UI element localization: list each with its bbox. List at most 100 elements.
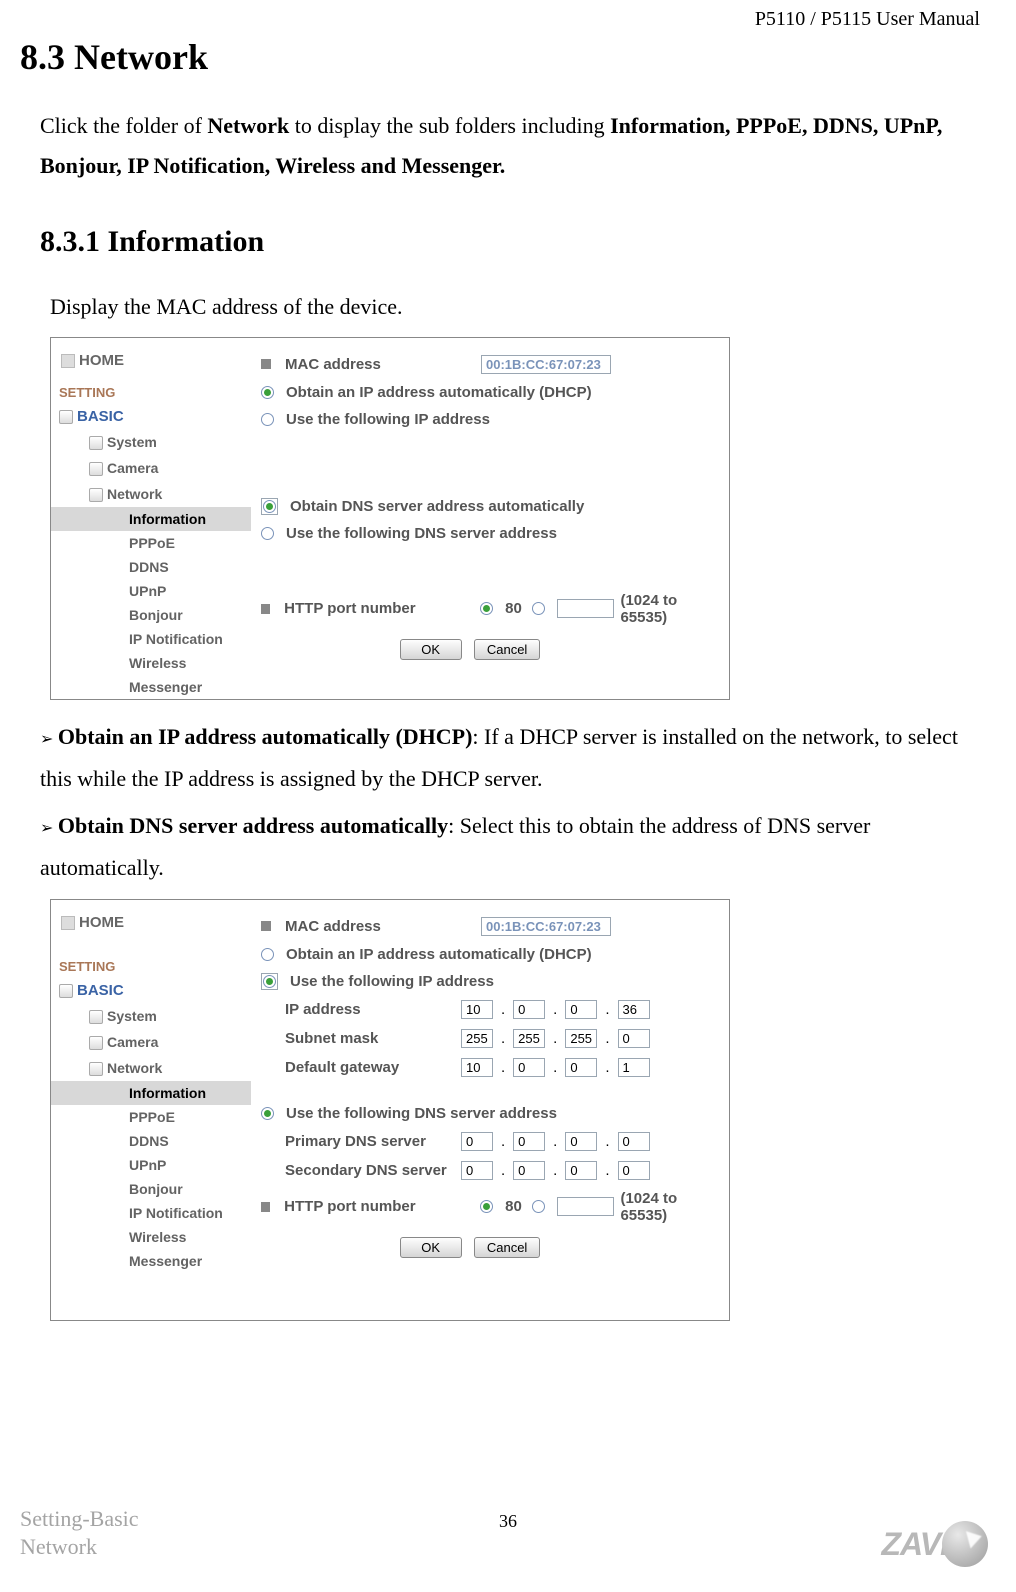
form-area: MAC address 00:1B:CC:67:07:23 Obtain an … — [261, 350, 719, 660]
mask-oct-3[interactable]: 255 — [565, 1029, 597, 1048]
subsection-number: 8.3.1 — [40, 225, 100, 258]
label-dns-auto: Obtain DNS server address automatically — [290, 498, 584, 515]
mac-label: MAC address — [285, 356, 475, 373]
intro-mid: to display the sub folders including — [289, 113, 610, 138]
sdns-oct-2[interactable]: 0 — [513, 1161, 545, 1180]
radio-dns-static[interactable] — [261, 1107, 274, 1120]
label-dns-static: Use the following DNS server address — [286, 1105, 557, 1122]
sidebar-sub-ipnotification[interactable]: IP Notification — [51, 627, 251, 651]
gw-oct-1[interactable]: 10 — [461, 1058, 493, 1077]
sidebar: HOME SETTING BASIC System Camera Network… — [51, 900, 251, 1273]
screenshot-panel-2: HOME SETTING BASIC System Camera Network… — [50, 899, 730, 1321]
sidebar-item-network[interactable]: Network — [51, 481, 251, 507]
sidebar-sub-bonjour[interactable]: Bonjour — [51, 603, 251, 627]
ip-oct-3[interactable]: 0 — [565, 1000, 597, 1019]
port-custom-input[interactable] — [557, 1197, 615, 1216]
label-ip-auto: Obtain an IP address automatically (DHCP… — [286, 946, 592, 963]
mac-value: 00:1B:CC:67:07:23 — [481, 355, 611, 374]
gateway-label: Default gateway — [285, 1059, 455, 1076]
sidebar-item-system[interactable]: System — [51, 1003, 251, 1029]
cancel-button[interactable]: Cancel — [474, 639, 540, 660]
sidebar-sub-messenger[interactable]: Messenger — [51, 1249, 251, 1273]
section-title: Network — [74, 37, 208, 77]
intro-paragraph: Click the folder of Network to display t… — [40, 106, 980, 185]
radio-port-custom[interactable] — [532, 602, 545, 615]
ip-address-label: IP address — [285, 1001, 455, 1018]
sidebar-basic[interactable]: BASIC — [51, 978, 251, 1003]
para-obtain-ip: ➢ Obtain an IP address automatically (DH… — [40, 716, 980, 800]
brand-logo-text: ZAVI — [881, 1526, 948, 1563]
ip-oct-2[interactable]: 0 — [513, 1000, 545, 1019]
square-bullet-icon — [261, 1202, 270, 1212]
radio-dns-auto-box — [261, 498, 278, 515]
sidebar: HOME SETTING BASIC System Camera Network… — [51, 338, 251, 699]
sidebar-sub-wireless[interactable]: Wireless — [51, 1225, 251, 1249]
pdns-oct-2[interactable]: 0 — [513, 1132, 545, 1151]
subnet-mask-label: Subnet mask — [285, 1030, 455, 1047]
mask-oct-4[interactable]: 0 — [618, 1029, 650, 1048]
sidebar-basic[interactable]: BASIC — [51, 404, 251, 429]
sidebar-sub-pppoe[interactable]: PPPoE — [51, 531, 251, 555]
sidebar-home[interactable]: HOME — [51, 908, 251, 941]
square-bullet-icon — [261, 359, 271, 369]
cancel-button[interactable]: Cancel — [474, 1237, 540, 1258]
sdns-oct-1[interactable]: 0 — [461, 1161, 493, 1180]
ip-oct-4[interactable]: 36 — [618, 1000, 650, 1019]
sidebar-sub-ipnotification[interactable]: IP Notification — [51, 1201, 251, 1225]
pdns-oct-4[interactable]: 0 — [618, 1132, 650, 1151]
radio-port-custom[interactable] — [532, 1200, 545, 1213]
gw-oct-2[interactable]: 0 — [513, 1058, 545, 1077]
sidebar-sub-wireless[interactable]: Wireless — [51, 651, 251, 675]
gw-oct-3[interactable]: 0 — [565, 1058, 597, 1077]
sdns-oct-3[interactable]: 0 — [565, 1161, 597, 1180]
radio-dns-static[interactable] — [261, 527, 274, 540]
sidebar-sub-information[interactable]: Information — [51, 1081, 251, 1105]
screenshot-panel-1: HOME SETTING BASIC System Camera Network… — [50, 337, 730, 700]
sidebar-sub-pppoe[interactable]: PPPoE — [51, 1105, 251, 1129]
label-ip-static: Use the following IP address — [290, 973, 494, 990]
sidebar-sub-information[interactable]: Information — [51, 507, 251, 531]
http-port-label: HTTP port number — [284, 600, 474, 617]
port-hint: (1024 to 65535) — [620, 1190, 719, 1224]
sidebar-sub-bonjour[interactable]: Bonjour — [51, 1177, 251, 1201]
radio-ip-auto[interactable] — [261, 948, 274, 961]
para-obtain-dns-bold: Obtain DNS server address automatically — [58, 813, 448, 838]
port-custom-input[interactable] — [557, 599, 615, 618]
subsection-title: Information — [108, 225, 265, 258]
ok-button[interactable]: OK — [400, 639, 462, 660]
radio-ip-static[interactable] — [261, 413, 274, 426]
label-dns-static: Use the following DNS server address — [286, 525, 557, 542]
pdns-oct-3[interactable]: 0 — [565, 1132, 597, 1151]
sidebar-sub-ddns[interactable]: DDNS — [51, 1129, 251, 1153]
radio-port-80[interactable] — [480, 1200, 493, 1213]
mask-oct-2[interactable]: 255 — [513, 1029, 545, 1048]
sidebar-setting-label: SETTING — [51, 379, 251, 404]
sidebar-item-system[interactable]: System — [51, 429, 251, 455]
section-number: 8.3 — [20, 37, 65, 77]
radio-port-80[interactable] — [480, 602, 493, 615]
radio-ip-auto[interactable] — [261, 386, 274, 399]
sidebar-home[interactable]: HOME — [51, 346, 251, 379]
intro-prefix: Click the folder of — [40, 113, 207, 138]
gw-oct-4[interactable]: 1 — [618, 1058, 650, 1077]
radio-dns-auto[interactable] — [263, 500, 276, 513]
ok-button[interactable]: OK — [400, 1237, 462, 1258]
sidebar-item-camera[interactable]: Camera — [51, 1029, 251, 1055]
manual-title: P5110 / P5115 User Manual — [755, 8, 980, 31]
sidebar-item-camera[interactable]: Camera — [51, 455, 251, 481]
square-bullet-icon — [261, 604, 270, 614]
sidebar-item-network[interactable]: Network — [51, 1055, 251, 1081]
ip-oct-1[interactable]: 10 — [461, 1000, 493, 1019]
sidebar-sub-messenger[interactable]: Messenger — [51, 675, 251, 699]
footer-left-line2: Network — [20, 1533, 139, 1562]
port-hint: (1024 to 65535) — [620, 592, 719, 626]
brand-logo-icon — [942, 1521, 988, 1567]
sidebar-sub-upnp[interactable]: UPnP — [51, 579, 251, 603]
sidebar-sub-ddns[interactable]: DDNS — [51, 555, 251, 579]
sdns-oct-4[interactable]: 0 — [618, 1161, 650, 1180]
mask-oct-1[interactable]: 255 — [461, 1029, 493, 1048]
intro-bold-network: Network — [207, 113, 289, 138]
radio-ip-static[interactable] — [263, 975, 276, 988]
sidebar-sub-upnp[interactable]: UPnP — [51, 1153, 251, 1177]
pdns-oct-1[interactable]: 0 — [461, 1132, 493, 1151]
